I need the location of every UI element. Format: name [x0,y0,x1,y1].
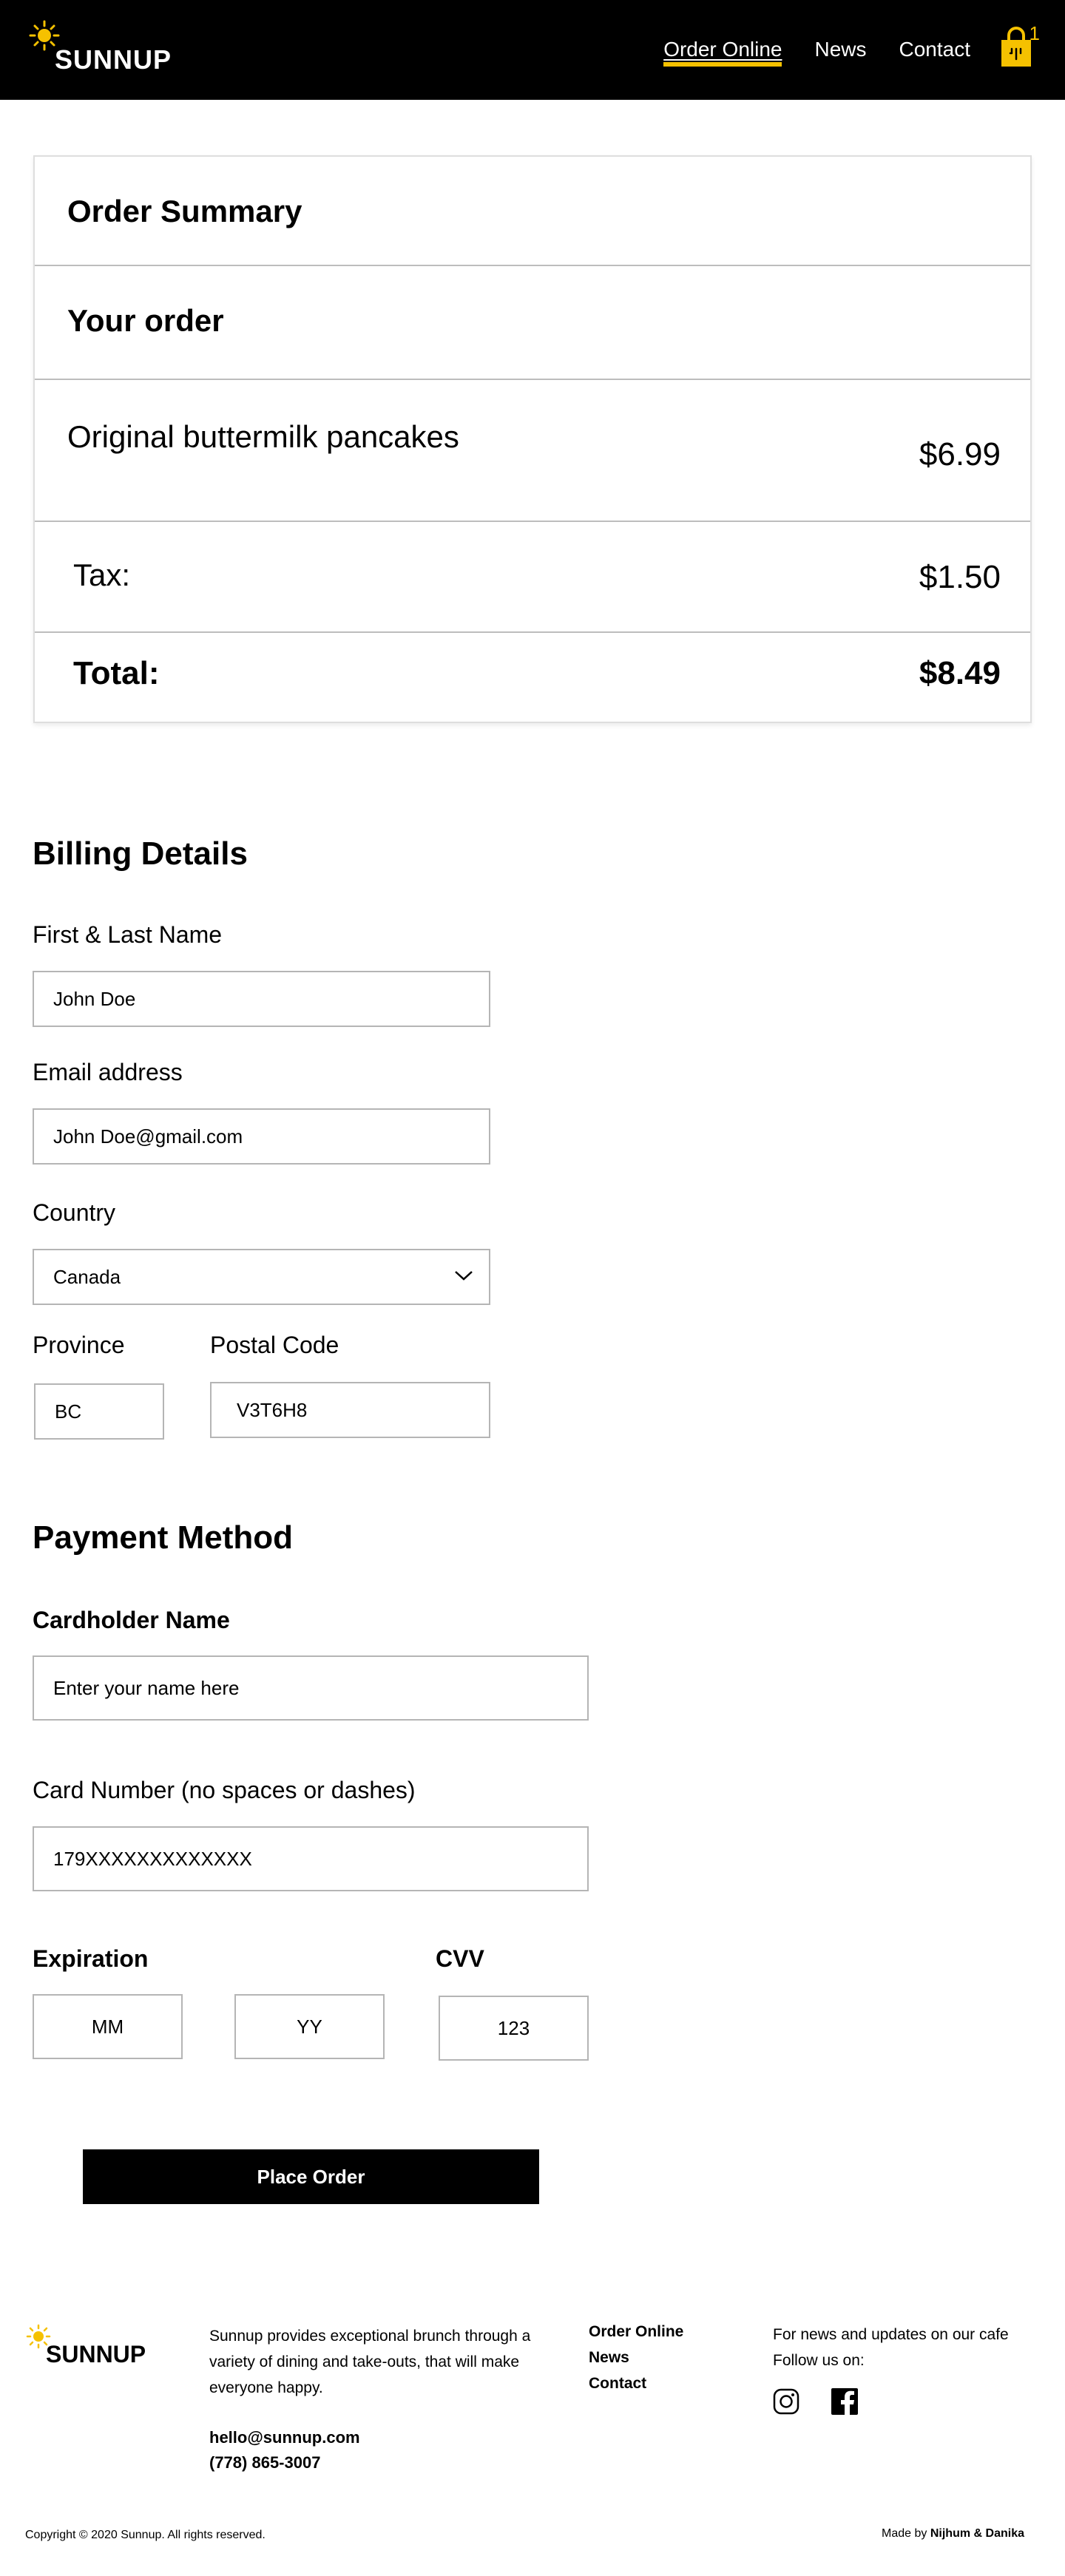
footer-link-order-online[interactable]: Order Online [589,2322,683,2342]
cart-count-badge: 1 [1029,22,1040,44]
tax-row: Tax: $1.50 [35,522,1030,633]
total-label: Total: [73,655,160,691]
name-label: First & Last Name [33,921,223,948]
postal-code-label: Postal Code [210,1332,339,1358]
order-summary-card: Order Summary Your order Original butter… [33,155,1032,723]
footer-logo[interactable]: SUNNUP [25,2323,173,2375]
name-value: John Doe [53,987,136,1010]
expiration-label: Expiration [33,1945,149,1972]
footer-description: Sunnup provides exceptional brunch throu… [209,2328,531,2396]
province-label: Province [33,1332,125,1358]
news-text: For news and updates on our cafe [773,2326,1009,2343]
postal-code-value: V3T6H8 [237,1398,308,1421]
brand-name: SUNNUP [55,44,172,75]
footer-links: Order Online News Contact [589,2322,683,2393]
place-order-button[interactable]: Place Order [83,2149,539,2204]
item-price: $6.99 [919,436,1001,472]
footer-link-news[interactable]: News [589,2348,683,2367]
province-value: BC [55,1400,82,1423]
province-field[interactable]: BC [34,1383,164,1440]
nav-contact[interactable]: Contact [899,37,971,67]
follow-text: Follow us on: [773,2352,865,2369]
brand-logo[interactable]: SUNNUP [28,19,191,78]
card-number-input[interactable]: 179XXXXXXXXXXXXX [33,1826,589,1891]
made-by-text: Made by Nijhum & Danika [882,2527,1024,2541]
mm-placeholder: MM [91,2015,124,2038]
name-field[interactable]: John Doe [33,971,490,1027]
footer-link-contact[interactable]: Contact [589,2373,683,2393]
footer-email-link[interactable]: hello@sunnup.com [209,2428,360,2447]
country-value: Canada [53,1265,121,1288]
card-number-value: 179XXXXXXXXXXXXX [53,1847,252,1870]
cvv-input[interactable]: 123 [439,1996,589,2061]
cvv-placeholder: 123 [497,2016,530,2039]
main-nav: Order Online News Contact [663,37,970,67]
chevron-down-icon [455,1271,473,1281]
order-item-row: Original buttermilk pancakes $6.99 [35,380,1030,522]
postal-code-field[interactable]: V3T6H8 [210,1382,490,1438]
expiration-month-input[interactable]: MM [33,1994,183,2059]
card-number-label: Card Number (no spaces or dashes) [33,1777,416,1803]
copyright-text: Copyright © 2020 Sunnup. All rights rese… [25,2529,266,2541]
country-label: Country [33,1199,116,1226]
cardholder-placeholder: Enter your name here [53,1676,240,1699]
nav-news[interactable]: News [814,37,866,67]
tax-label: Tax: [73,557,131,592]
tax-value: $1.50 [919,559,1001,595]
item-name: Original buttermilk pancakes [67,419,459,454]
cardholder-input[interactable]: Enter your name here [33,1655,589,1721]
total-row: Total: $8.49 [35,633,1030,723]
made-by-prefix: Made by [882,2527,927,2540]
expiration-year-input[interactable]: YY [234,1994,385,2059]
cardholder-label: Cardholder Name [33,1607,230,1633]
email-label: Email address [33,1059,183,1085]
your-order-row: Your order [35,266,1030,380]
made-by-names: Nijhum & Danika [930,2527,1024,2540]
footer-news: For news and updates on our cafe Follow … [773,2322,1047,2373]
total-value: $8.49 [919,655,1001,691]
summary-header-row: Order Summary [35,157,1030,266]
email-field[interactable]: John Doe@gmail.com [33,1108,490,1165]
your-order-heading: Your order [67,303,224,338]
instagram-icon[interactable] [773,2388,799,2415]
country-select[interactable]: Canada [33,1249,490,1305]
facebook-icon[interactable] [831,2388,858,2415]
site-footer: SUNNUP Sunnup provides exceptional brunc… [0,2292,1065,2576]
footer-brand-name: SUNNUP [46,2341,146,2367]
footer-phone-link[interactable]: (778) 865-3007 [209,2453,320,2472]
cvv-label: CVV [436,1945,484,1972]
email-value: John Doe@gmail.com [53,1125,243,1148]
nav-order-online[interactable]: Order Online [663,37,782,67]
payment-method-heading: Payment Method [33,1519,294,1556]
site-header: SUNNUP Order Online News Contact 1 [0,0,1065,100]
billing-details-heading: Billing Details [33,835,248,872]
yy-placeholder: YY [297,2015,322,2038]
order-summary-title: Order Summary [67,194,302,228]
